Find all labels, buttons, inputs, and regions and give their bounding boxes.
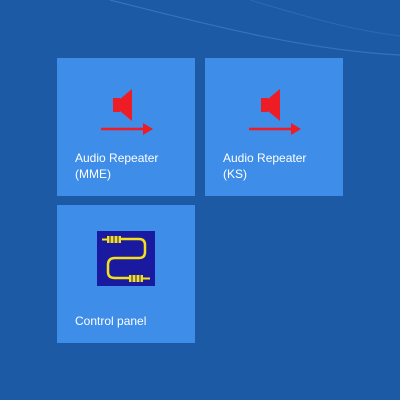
tile-control-panel[interactable]: Control panel [57, 205, 195, 343]
speaker-arrow-icon [249, 89, 301, 135]
tile-label: Control panel [75, 314, 147, 328]
speaker-arrow-icon [101, 89, 153, 135]
tile-audio-repeater-mme[interactable]: Audio Repeater (MME) [57, 58, 195, 196]
tile-label: Audio Repeater (KS) [223, 151, 307, 181]
audio-cable-icon [97, 231, 155, 286]
tile-audio-repeater-ks[interactable]: Audio Repeater (KS) [205, 58, 343, 196]
tile-label: Audio Repeater (MME) [75, 151, 159, 181]
